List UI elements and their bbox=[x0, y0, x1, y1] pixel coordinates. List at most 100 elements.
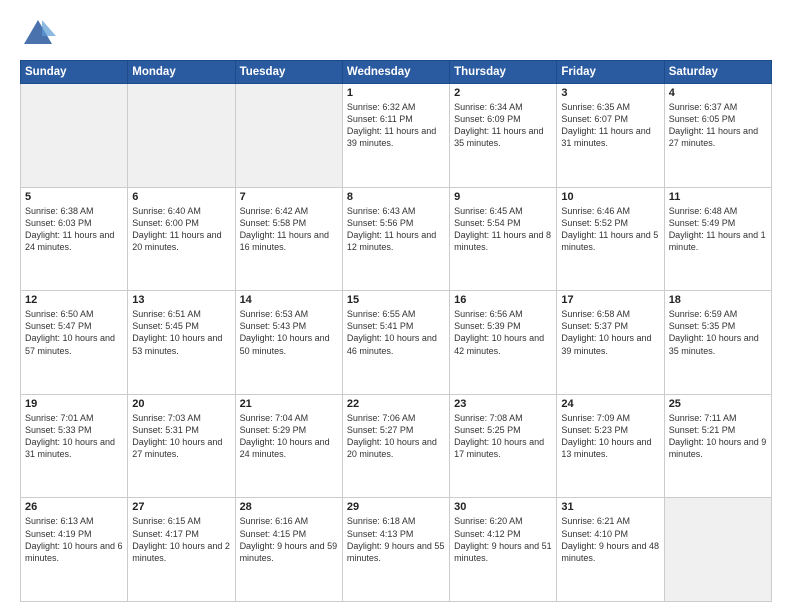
cell-content: Sunrise: 6:58 AM Sunset: 5:37 PM Dayligh… bbox=[561, 308, 659, 357]
calendar-cell: 19Sunrise: 7:01 AM Sunset: 5:33 PM Dayli… bbox=[21, 394, 128, 498]
logo bbox=[20, 16, 58, 52]
day-number: 28 bbox=[240, 501, 338, 513]
calendar-cell: 18 Sunrise: 6:59 AM Sunset: 5:35 PM Dayli… bbox=[664, 291, 771, 395]
calendar-cell: 16 Sunrise: 6:56 AM Sunset: 5:39 PM Dayli… bbox=[450, 291, 557, 395]
day-number: 23 bbox=[454, 398, 552, 410]
calendar-cell: 3 Sunrise: 6:35 AM Sunset: 6:07 PM Daylig… bbox=[557, 84, 664, 188]
calendar-cell: 30Sunrise: 6:20 AM Sunset: 4:12 PM Dayli… bbox=[450, 498, 557, 602]
cell-content: Sunrise: 7:06 AM Sunset: 5:27 PM Dayligh… bbox=[347, 412, 445, 461]
calendar-cell: 13 Sunrise: 6:51 AM Sunset: 5:45 PM Dayli… bbox=[128, 291, 235, 395]
day-number: 3 bbox=[561, 87, 659, 99]
day-number: 29 bbox=[347, 501, 445, 513]
day-number: 27 bbox=[132, 501, 230, 513]
weekday-header-sunday: Sunday bbox=[21, 61, 128, 84]
cell-content: Sunrise: 6:38 AM Sunset: 6:03 PM Dayligh… bbox=[25, 205, 123, 254]
calendar-cell: 9Sunrise: 6:45 AM Sunset: 5:54 PM Daylig… bbox=[450, 187, 557, 291]
weekday-header-tuesday: Tuesday bbox=[235, 61, 342, 84]
cell-content: Sunrise: 6:45 AM Sunset: 5:54 PM Dayligh… bbox=[454, 205, 552, 254]
week-row-0: 1 Sunrise: 6:32 AM Sunset: 6:11 PM Daylig… bbox=[21, 84, 772, 188]
day-number: 5 bbox=[25, 191, 123, 203]
day-number: 12 bbox=[25, 294, 123, 306]
weekday-header-thursday: Thursday bbox=[450, 61, 557, 84]
calendar-cell: 26Sunrise: 6:13 AM Sunset: 4:19 PM Dayli… bbox=[21, 498, 128, 602]
day-number: 20 bbox=[132, 398, 230, 410]
calendar-cell: 31 Sunrise: 6:21 AM Sunset: 4:10 PM Dayli… bbox=[557, 498, 664, 602]
week-row-3: 19Sunrise: 7:01 AM Sunset: 5:33 PM Dayli… bbox=[21, 394, 772, 498]
day-number: 21 bbox=[240, 398, 338, 410]
day-number: 1 bbox=[347, 87, 445, 99]
cell-content: Sunrise: 6:53 AM Sunset: 5:43 PM Dayligh… bbox=[240, 308, 338, 357]
cell-content: Sunrise: 7:04 AM Sunset: 5:29 PM Dayligh… bbox=[240, 412, 338, 461]
cell-content: Sunrise: 6:35 AM Sunset: 6:07 PM Dayligh… bbox=[561, 101, 659, 150]
calendar-cell bbox=[664, 498, 771, 602]
day-number: 10 bbox=[561, 191, 659, 203]
calendar-cell: 25 Sunrise: 7:11 AM Sunset: 5:21 PM Dayli… bbox=[664, 394, 771, 498]
day-number: 15 bbox=[347, 294, 445, 306]
calendar-cell: 2 Sunrise: 6:34 AM Sunset: 6:09 PM Daylig… bbox=[450, 84, 557, 188]
calendar-cell: 24 Sunrise: 7:09 AM Sunset: 5:23 PM Dayli… bbox=[557, 394, 664, 498]
cell-content: Sunrise: 6:32 AM Sunset: 6:11 PM Dayligh… bbox=[347, 101, 445, 150]
calendar-cell: 8Sunrise: 6:43 AM Sunset: 5:56 PM Daylig… bbox=[342, 187, 449, 291]
cell-content: Sunrise: 7:08 AM Sunset: 5:25 PM Dayligh… bbox=[454, 412, 552, 461]
cell-content: Sunrise: 6:50 AM Sunset: 5:47 PM Dayligh… bbox=[25, 308, 123, 357]
weekday-header-saturday: Saturday bbox=[664, 61, 771, 84]
day-number: 6 bbox=[132, 191, 230, 203]
calendar-cell: 4Sunrise: 6:37 AM Sunset: 6:05 PM Daylig… bbox=[664, 84, 771, 188]
day-number: 31 bbox=[561, 501, 659, 513]
calendar-cell: 6Sunrise: 6:40 AM Sunset: 6:00 PM Daylig… bbox=[128, 187, 235, 291]
week-row-1: 5 Sunrise: 6:38 AM Sunset: 6:03 PM Daylig… bbox=[21, 187, 772, 291]
calendar-cell: 14 Sunrise: 6:53 AM Sunset: 5:43 PM Dayli… bbox=[235, 291, 342, 395]
day-number: 13 bbox=[132, 294, 230, 306]
calendar-cell: 22 Sunrise: 7:06 AM Sunset: 5:27 PM Dayli… bbox=[342, 394, 449, 498]
calendar-cell: 5 Sunrise: 6:38 AM Sunset: 6:03 PM Daylig… bbox=[21, 187, 128, 291]
cell-content: Sunrise: 6:59 AM Sunset: 5:35 PM Dayligh… bbox=[669, 308, 767, 357]
calendar-cell bbox=[128, 84, 235, 188]
cell-content: Sunrise: 6:42 AM Sunset: 5:58 PM Dayligh… bbox=[240, 205, 338, 254]
page: SundayMondayTuesdayWednesdayThursdayFrid… bbox=[0, 0, 792, 612]
cell-content: Sunrise: 6:55 AM Sunset: 5:41 PM Dayligh… bbox=[347, 308, 445, 357]
weekday-header-row: SundayMondayTuesdayWednesdayThursdayFrid… bbox=[21, 61, 772, 84]
weekday-header-wednesday: Wednesday bbox=[342, 61, 449, 84]
cell-content: Sunrise: 7:03 AM Sunset: 5:31 PM Dayligh… bbox=[132, 412, 230, 461]
calendar-table: SundayMondayTuesdayWednesdayThursdayFrid… bbox=[20, 60, 772, 602]
day-number: 16 bbox=[454, 294, 552, 306]
calendar-cell: 12 Sunrise: 6:50 AM Sunset: 5:47 PM Dayli… bbox=[21, 291, 128, 395]
week-row-4: 26Sunrise: 6:13 AM Sunset: 4:19 PM Dayli… bbox=[21, 498, 772, 602]
cell-content: Sunrise: 6:51 AM Sunset: 5:45 PM Dayligh… bbox=[132, 308, 230, 357]
calendar-cell: 17 Sunrise: 6:58 AM Sunset: 5:37 PM Dayli… bbox=[557, 291, 664, 395]
day-number: 19 bbox=[25, 398, 123, 410]
cell-content: Sunrise: 6:34 AM Sunset: 6:09 PM Dayligh… bbox=[454, 101, 552, 150]
calendar-cell bbox=[21, 84, 128, 188]
calendar-cell: 15 Sunrise: 6:55 AM Sunset: 5:41 PM Dayli… bbox=[342, 291, 449, 395]
day-number: 14 bbox=[240, 294, 338, 306]
cell-content: Sunrise: 6:15 AM Sunset: 4:17 PM Dayligh… bbox=[132, 515, 230, 564]
calendar-cell: 1 Sunrise: 6:32 AM Sunset: 6:11 PM Daylig… bbox=[342, 84, 449, 188]
logo-icon bbox=[20, 16, 56, 52]
cell-content: Sunrise: 6:18 AM Sunset: 4:13 PM Dayligh… bbox=[347, 515, 445, 564]
day-number: 22 bbox=[347, 398, 445, 410]
calendar-cell: 21 Sunrise: 7:04 AM Sunset: 5:29 PM Dayli… bbox=[235, 394, 342, 498]
day-number: 18 bbox=[669, 294, 767, 306]
weekday-header-friday: Friday bbox=[557, 61, 664, 84]
cell-content: Sunrise: 7:11 AM Sunset: 5:21 PM Dayligh… bbox=[669, 412, 767, 461]
cell-content: Sunrise: 6:56 AM Sunset: 5:39 PM Dayligh… bbox=[454, 308, 552, 357]
cell-content: Sunrise: 6:21 AM Sunset: 4:10 PM Dayligh… bbox=[561, 515, 659, 564]
calendar-cell: 10Sunrise: 6:46 AM Sunset: 5:52 PM Dayli… bbox=[557, 187, 664, 291]
cell-content: Sunrise: 6:13 AM Sunset: 4:19 PM Dayligh… bbox=[25, 515, 123, 564]
cell-content: Sunrise: 6:16 AM Sunset: 4:15 PM Dayligh… bbox=[240, 515, 338, 564]
cell-content: Sunrise: 6:48 AM Sunset: 5:49 PM Dayligh… bbox=[669, 205, 767, 254]
day-number: 25 bbox=[669, 398, 767, 410]
calendar-cell: 7 Sunrise: 6:42 AM Sunset: 5:58 PM Daylig… bbox=[235, 187, 342, 291]
cell-content: Sunrise: 7:09 AM Sunset: 5:23 PM Dayligh… bbox=[561, 412, 659, 461]
day-number: 2 bbox=[454, 87, 552, 99]
calendar-cell: 11Sunrise: 6:48 AM Sunset: 5:49 PM Dayli… bbox=[664, 187, 771, 291]
calendar-cell: 29 Sunrise: 6:18 AM Sunset: 4:13 PM Dayli… bbox=[342, 498, 449, 602]
day-number: 24 bbox=[561, 398, 659, 410]
cell-content: Sunrise: 6:20 AM Sunset: 4:12 PM Dayligh… bbox=[454, 515, 552, 564]
weekday-header-monday: Monday bbox=[128, 61, 235, 84]
day-number: 4 bbox=[669, 87, 767, 99]
day-number: 7 bbox=[240, 191, 338, 203]
day-number: 17 bbox=[561, 294, 659, 306]
calendar-cell bbox=[235, 84, 342, 188]
week-row-2: 12 Sunrise: 6:50 AM Sunset: 5:47 PM Dayli… bbox=[21, 291, 772, 395]
